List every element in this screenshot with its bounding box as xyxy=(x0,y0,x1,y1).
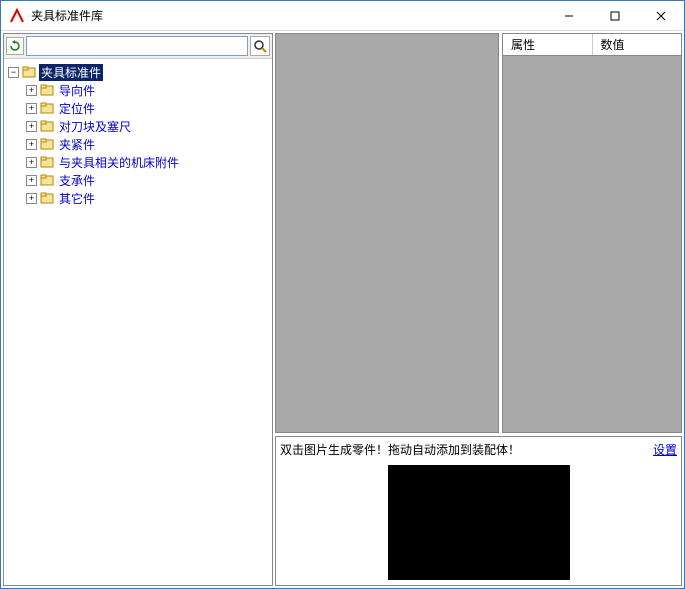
tree-item-label[interactable]: 与夹具相关的机床附件 xyxy=(57,154,181,171)
window-title: 夹具标准件库 xyxy=(31,7,546,24)
tree-item[interactable]: + 对刀块及塞尺 xyxy=(26,117,268,135)
settings-link[interactable]: 设置 xyxy=(653,441,677,458)
titlebar: 夹具标准件库 xyxy=(1,1,684,31)
tree-root-label[interactable]: 夹具标准件 xyxy=(39,64,103,81)
tree-root[interactable]: − 夹具标准件 xyxy=(8,63,268,81)
tree-item[interactable]: + 导向件 xyxy=(26,81,268,99)
tree-view[interactable]: − 夹具标准件 + 导向件 + 定位件 + 对刀块及塞尺 + 夹紧件 + 与夹具相关的机床附件 + 支… xyxy=(4,59,272,585)
folder-icon xyxy=(22,65,36,79)
tree-item[interactable]: + 与夹具相关的机床附件 xyxy=(26,153,268,171)
folder-icon xyxy=(40,101,54,115)
left-pane: − 夹具标准件 + 导向件 + 定位件 + 对刀块及塞尺 + 夹紧件 + 与夹具相关的机床附件 + 支… xyxy=(3,33,273,586)
tree-item-label[interactable]: 夹紧件 xyxy=(57,136,97,153)
tree-item-label[interactable]: 定位件 xyxy=(57,100,97,117)
close-button[interactable] xyxy=(638,1,684,30)
minimize-button[interactable] xyxy=(546,1,592,30)
hint-text: 双击图片生成零件！拖动自动添加到装配体！ xyxy=(280,441,653,458)
folder-icon xyxy=(40,83,54,97)
preview-panel xyxy=(275,33,499,433)
search-button[interactable] xyxy=(250,36,270,56)
folder-icon xyxy=(40,155,54,169)
right-pane: 属性 数值 双击图片生成零件！拖动自动添加到装配体！ 设置 xyxy=(275,33,682,586)
refresh-button[interactable] xyxy=(6,37,24,55)
folder-icon xyxy=(40,119,54,133)
search-input[interactable] xyxy=(26,36,248,56)
col-value[interactable]: 数值 xyxy=(593,34,682,55)
folder-icon xyxy=(40,173,54,187)
tree-item[interactable]: + 定位件 xyxy=(26,99,268,117)
tree-item-label[interactable]: 导向件 xyxy=(57,82,97,99)
tree-item-label[interactable]: 其它件 xyxy=(57,190,97,207)
expand-icon[interactable]: + xyxy=(26,139,37,150)
app-icon xyxy=(9,8,25,24)
thumbnail-image[interactable] xyxy=(388,465,570,580)
col-attribute[interactable]: 属性 xyxy=(503,34,593,55)
tree-item[interactable]: + 支承件 xyxy=(26,171,268,189)
expand-icon[interactable]: + xyxy=(26,193,37,204)
expand-icon[interactable]: + xyxy=(26,175,37,186)
expand-icon[interactable]: + xyxy=(26,85,37,96)
bottom-header: 双击图片生成零件！拖动自动添加到装配体！ 设置 xyxy=(280,441,677,458)
window-controls xyxy=(546,1,684,30)
tree-item-label[interactable]: 支承件 xyxy=(57,172,97,189)
thumbnail-area xyxy=(280,464,677,581)
tree-item-label[interactable]: 对刀块及塞尺 xyxy=(57,118,133,135)
bottom-panel: 双击图片生成零件！拖动自动添加到装配体！ 设置 xyxy=(275,436,682,586)
top-panels: 属性 数值 xyxy=(275,33,682,433)
tree-item[interactable]: + 夹紧件 xyxy=(26,135,268,153)
tree-item[interactable]: + 其它件 xyxy=(26,189,268,207)
content-area: − 夹具标准件 + 导向件 + 定位件 + 对刀块及塞尺 + 夹紧件 + 与夹具相关的机床附件 + 支… xyxy=(1,31,684,588)
folder-icon xyxy=(40,191,54,205)
properties-panel: 属性 数值 xyxy=(502,33,682,433)
folder-icon xyxy=(40,137,54,151)
tree-children: + 导向件 + 定位件 + 对刀块及塞尺 + 夹紧件 + 与夹具相关的机床附件 + 支承件 + 其它件 xyxy=(26,81,268,207)
search-bar xyxy=(4,34,272,59)
properties-header: 属性 数值 xyxy=(503,34,681,56)
app-window: 夹具标准件库 xyxy=(0,0,685,589)
expand-icon[interactable]: + xyxy=(26,157,37,168)
collapse-icon[interactable]: − xyxy=(8,67,19,78)
expand-icon[interactable]: + xyxy=(26,121,37,132)
maximize-button[interactable] xyxy=(592,1,638,30)
expand-icon[interactable]: + xyxy=(26,103,37,114)
